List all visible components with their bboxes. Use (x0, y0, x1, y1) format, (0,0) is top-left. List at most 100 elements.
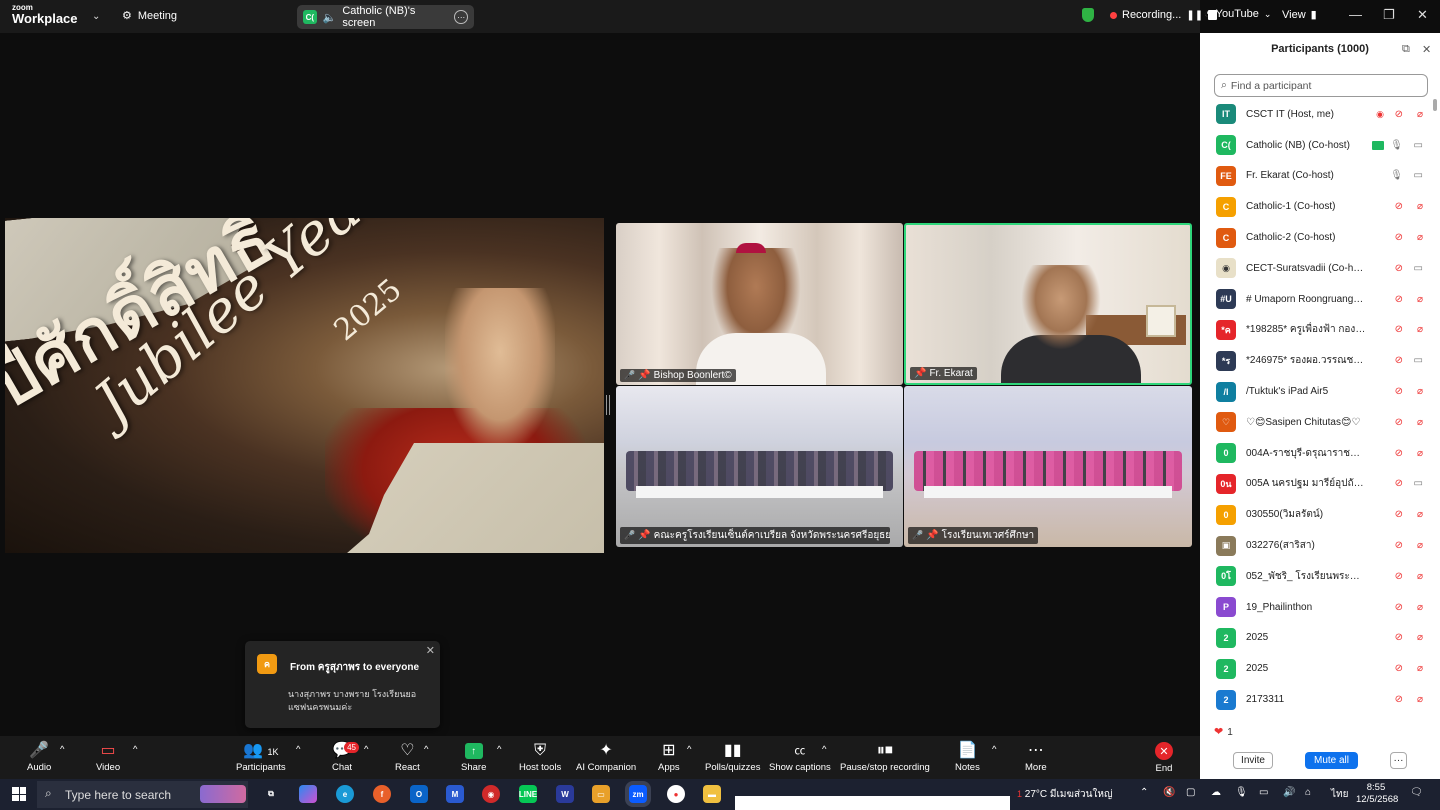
video-off-icon[interactable]: ⌀ (1417, 417, 1423, 428)
participant-row[interactable]: 0น 005A นครปฐม มารีย์อุปถัมภ์ ⊘ ▭ (1200, 469, 1432, 500)
pause-icon[interactable]: ❚❚ (1186, 10, 1203, 21)
file-explorer-icon[interactable]: ▬ (703, 785, 721, 803)
notes-button[interactable]: 📄 Notes (955, 740, 980, 773)
network-icon[interactable]: ⌂ (1305, 787, 1311, 798)
video-icon[interactable]: ▭ (1414, 263, 1423, 274)
restore-icon[interactable]: ❐ (1383, 7, 1395, 23)
notification-icon[interactable]: 🗨 (1410, 787, 1423, 798)
chevron-up-icon[interactable]: ^ (364, 744, 368, 755)
video-off-icon[interactable]: ⌀ (1417, 324, 1423, 335)
participants-button[interactable]: 👥 1K Participants (236, 740, 286, 773)
video-button[interactable]: ▭ Video (96, 740, 120, 773)
mic-muted-icon[interactable]: ⊘ (1395, 448, 1403, 459)
zoom-taskbar-icon[interactable]: zm (629, 785, 647, 803)
video-off-icon[interactable]: ⌀ (1417, 602, 1423, 613)
mic-muted-icon[interactable]: ⊘ (1395, 263, 1403, 274)
audio-button[interactable]: 🎤 Audio (27, 740, 51, 773)
mic-muted-icon[interactable]: ⊘ (1395, 540, 1403, 551)
chevron-up-icon[interactable]: ^ (60, 744, 64, 755)
participant-row[interactable]: 0 030550(วิมลรัตน์) ⊘ ⌀ (1200, 499, 1432, 530)
recording-status[interactable]: Recording... ❚❚ (1082, 8, 1218, 22)
participant-row[interactable]: *ร *246975* รองผอ.วรรณชนก สุขีจิต... ⊘ ▭ (1200, 345, 1432, 376)
mic-muted-icon[interactable]: ⊘ (1395, 509, 1403, 520)
taskbar-clock[interactable]: 8:55 12/5/2568 (1356, 782, 1398, 806)
mic-muted-icon[interactable]: ⊘ (1395, 632, 1403, 643)
chevron-up-icon[interactable]: ^ (992, 744, 996, 755)
video-off-icon[interactable]: ⌀ (1417, 294, 1423, 305)
chevron-up-icon[interactable]: ^ (687, 744, 691, 755)
chevron-up-icon[interactable]: ^ (133, 744, 137, 755)
mic-muted-icon[interactable]: ⊘ (1395, 109, 1403, 120)
participant-row[interactable]: C Catholic-1 (Co-host) ⊘ ⌀ (1200, 191, 1432, 222)
participant-row[interactable]: /I/Tuktuk's iPad Air5 ⊘ ⌀ (1200, 376, 1432, 407)
tray-app-icon[interactable]: ▢ (1186, 787, 1195, 798)
polls-button[interactable]: ▮▮ Polls/quizzes (705, 740, 760, 773)
weather-widget[interactable]: 1 27°C มีเมฆส่วนใหญ่ (1017, 787, 1113, 802)
m365-icon[interactable]: M (446, 785, 464, 803)
participant-row[interactable]: 0 004A-ราชบุรี-ดรุณาราชบุรีวิเทศศึกษา ⊘ ⌀ (1200, 438, 1432, 469)
app-w-icon[interactable]: W (556, 785, 574, 803)
windows-start-icon[interactable] (12, 787, 26, 801)
react-button[interactable]: ♡ React (395, 740, 420, 773)
close-icon[interactable]: ✕ (426, 644, 435, 657)
popout-icon[interactable]: ⧉ (1402, 43, 1410, 56)
video-icon[interactable]: ▭ (1414, 140, 1423, 151)
participant-row[interactable]: *ค *198285* ครูเพื่องฟ้า กองขมิ้น รร.อั..… (1200, 315, 1432, 346)
share-button[interactable]: ↑ Share (461, 740, 486, 773)
minimize-icon[interactable]: — (1349, 7, 1362, 22)
participant-row[interactable]: IT CSCT IT (Host, me) ◉ ⊘ ⌀ (1200, 99, 1432, 130)
video-icon[interactable]: ▭ (1414, 355, 1423, 366)
share-screen-pill[interactable]: C( 🔈 Catholic (NB)'s screen ··· (297, 5, 474, 29)
video-tile[interactable]: 🎤 📌 Bishop Boonlert© (616, 223, 903, 385)
participant-row[interactable]: C Catholic-2 (Co-host) ⊘ ⌀ (1200, 222, 1432, 253)
app-folder-icon[interactable]: ▭ (592, 785, 610, 803)
chevron-up-icon[interactable]: ^ (296, 744, 300, 755)
scrollbar[interactable] (1433, 99, 1437, 111)
mic-muted-icon[interactable]: ⊘ (1395, 324, 1403, 335)
mic-muted-icon[interactable]: ⊘ (1395, 232, 1403, 243)
participant-row[interactable]: 2 2025 ⊘ ⌀ (1200, 623, 1432, 654)
chat-button[interactable]: 💬 45 Chat (332, 740, 359, 773)
chevron-up-icon[interactable]: ^ (822, 744, 826, 755)
participant-row[interactable]: C(Catholic (NB) (Co-host) 🎙 ▭ (1200, 130, 1432, 161)
participant-row[interactable]: 2 2025 ⊘ ⌀ (1200, 653, 1432, 684)
more-button[interactable]: ··· (1390, 752, 1407, 769)
volume-muted-icon[interactable]: 🔇 (1163, 787, 1175, 798)
video-icon[interactable]: ▭ (1414, 478, 1423, 489)
video-off-icon[interactable]: ⌀ (1417, 694, 1423, 705)
video-off-icon[interactable]: ⌀ (1417, 571, 1423, 582)
participant-row[interactable]: FE Fr. Ekarat (Co-host) 🎙 ▭ (1200, 161, 1432, 192)
video-off-icon[interactable]: ⌀ (1417, 663, 1423, 674)
video-off-icon[interactable]: ⌀ (1417, 540, 1423, 551)
chevron-up-icon[interactable]: ^ (424, 744, 428, 755)
mic-muted-icon[interactable]: ⊘ (1395, 355, 1403, 366)
invite-button[interactable]: Invite (1233, 752, 1273, 769)
participant-row[interactable]: #U # Umaporn Roongruang # ^_^ ⊘ ⌀ (1200, 284, 1432, 315)
video-off-icon[interactable]: ⌀ (1417, 632, 1423, 643)
video-off-icon[interactable]: ⌀ (1417, 386, 1423, 397)
participant-row[interactable]: ♡ ♡😊Sasipen Chitutas😊♡ ⊘ ⌀ (1200, 407, 1432, 438)
flowers-widget-icon[interactable] (200, 785, 246, 803)
participant-row[interactable]: ◉ CECT-Suratsvadii (Co-host) ⊘ ▭ (1200, 253, 1432, 284)
participant-row[interactable]: 0โ 052_พัชริ_ โรงเรียนพระแม่สกลสงเคราะห์ ⊘… (1200, 561, 1432, 592)
view-menu[interactable]: View ▮ (1282, 8, 1317, 22)
video-off-icon[interactable]: ⌀ (1417, 232, 1423, 243)
participant-row[interactable]: P 19_Phailinthon ⊘ ⌀ (1200, 592, 1432, 623)
mic-muted-icon[interactable]: ⊘ (1395, 663, 1403, 674)
mic-muted-icon[interactable]: ⊘ (1395, 386, 1403, 397)
mic-muted-icon[interactable]: ⊘ (1395, 294, 1403, 305)
participant-row[interactable]: ▣ 032276(สาริสา) ⊘ ⌀ (1200, 530, 1432, 561)
mic-muted-icon[interactable]: ⊘ (1395, 571, 1403, 582)
video-off-icon[interactable]: ⌀ (1417, 201, 1423, 212)
livestream-status[interactable]: ◔ YouTube ⌄ (1204, 8, 1271, 20)
video-off-icon[interactable]: ⌀ (1417, 448, 1423, 459)
firefox-icon[interactable]: f (373, 785, 391, 803)
mic-muted-icon[interactable]: ⊘ (1395, 694, 1403, 705)
tray-chevron-icon[interactable]: ⌃ (1140, 787, 1148, 798)
mute-all-button[interactable]: Mute all (1305, 752, 1358, 769)
video-tile[interactable]: 🎤 📌 โรงเรียนเทเวศร์ศึกษา (904, 386, 1192, 547)
outlook-icon[interactable]: O (410, 785, 428, 803)
mic-muted-icon[interactable]: ⊘ (1395, 417, 1403, 428)
chevron-up-icon[interactable]: ^ (497, 744, 501, 755)
line-icon[interactable]: LINE (519, 785, 537, 803)
